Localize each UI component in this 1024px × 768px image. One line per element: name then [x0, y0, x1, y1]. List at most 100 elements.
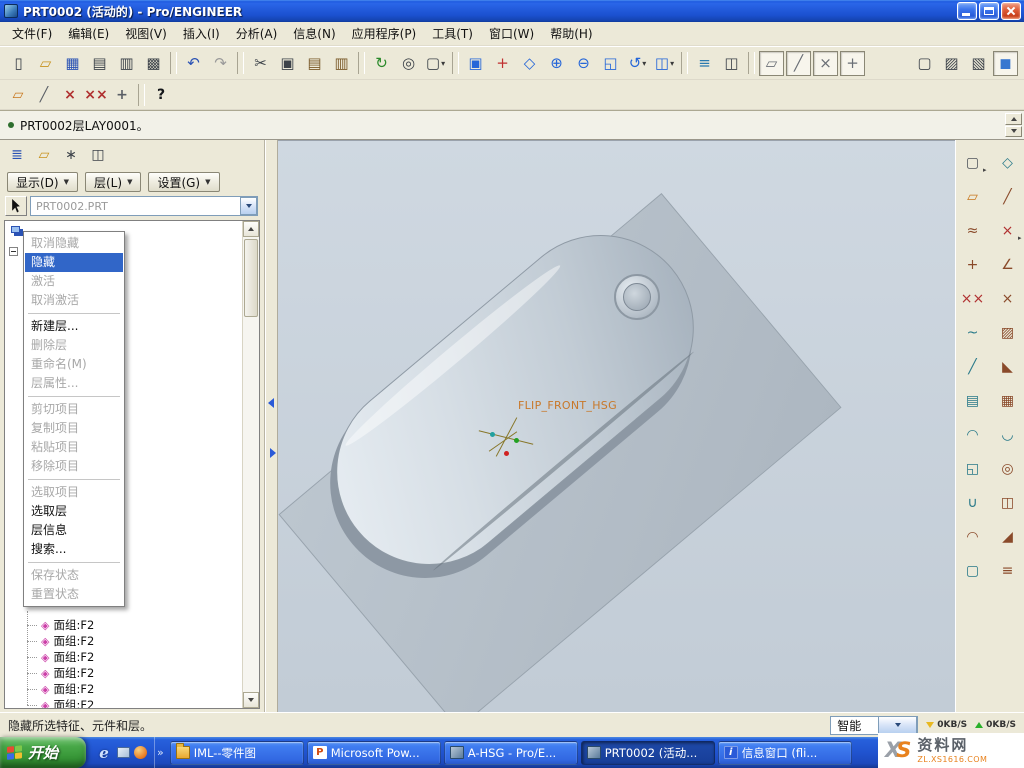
paste-icon[interactable]: ▤: [302, 51, 327, 76]
select-items-icon[interactable]: ▢: [960, 150, 986, 176]
menu-item[interactable]: 窗口(W): [481, 22, 542, 45]
datum-csys-toggle-icon[interactable]: +: [840, 51, 865, 76]
sweep-icon[interactable]: ∪: [960, 490, 986, 516]
datum-curve-icon[interactable]: ≈: [960, 218, 986, 244]
shaded-icon[interactable]: ◼: [993, 51, 1018, 76]
arc-up-icon[interactable]: ◠: [960, 422, 986, 448]
menu-item[interactable]: 信息(N): [285, 22, 343, 45]
expand-right-icon[interactable]: [270, 448, 276, 458]
copy-icon[interactable]: ▣: [275, 51, 300, 76]
scrollbar-thumb[interactable]: [244, 239, 258, 317]
style-tool-icon[interactable]: ╱: [960, 354, 986, 380]
layer-dropdown-button[interactable]: 设置(G): [148, 172, 219, 192]
context-menu-item[interactable]: 选取层: [25, 502, 123, 521]
csys-create-icon[interactable]: +: [110, 83, 134, 107]
scroll-up-icon[interactable]: [1005, 113, 1022, 125]
selection-filter-combo[interactable]: 智能: [830, 716, 918, 735]
select-box-icon[interactable]: ▢: [423, 51, 448, 76]
flag-note-icon[interactable]: ◣: [995, 354, 1021, 380]
datum-axes-toggle-icon[interactable]: ╱: [786, 51, 811, 76]
context-menu-item[interactable]: 取消隐藏: [25, 234, 123, 253]
curve-chain-icon[interactable]: ~: [960, 320, 986, 346]
tree-expander-icon[interactable]: [9, 247, 18, 256]
print-icon[interactable]: ▤: [87, 51, 112, 76]
chamfer-icon[interactable]: ◢: [995, 524, 1021, 550]
repaint-icon[interactable]: ▣: [463, 51, 488, 76]
context-menu-item[interactable]: 选取项目: [25, 483, 123, 502]
redo-icon[interactable]: ↷: [208, 51, 233, 76]
datum-plane-create-icon[interactable]: ▱: [6, 83, 30, 107]
grid-icon[interactable]: ▦: [995, 388, 1021, 414]
context-menu-item[interactable]: 隐藏: [25, 253, 123, 272]
pattern-icon[interactable]: ≡: [995, 558, 1021, 584]
scroll-down-icon[interactable]: [243, 692, 259, 708]
reorient-icon[interactable]: ↺: [625, 51, 650, 76]
layer-dropdown-button[interactable]: 层(L): [85, 172, 141, 192]
erase-display-icon[interactable]: ▥: [114, 51, 139, 76]
graphics-viewport[interactable]: FLIP_FRONT_HSG: [278, 140, 955, 712]
open-folder-icon[interactable]: ▱: [33, 51, 58, 76]
arc-down-icon[interactable]: ◡: [995, 422, 1021, 448]
menu-item[interactable]: 工具(T): [424, 22, 481, 45]
quick-launch-chevron-icon[interactable]: [157, 746, 164, 759]
layer-tree[interactable]: 面组:F2 面组:F2 面组:F2 面组:F2 面组:F2: [4, 220, 260, 709]
minimize-button[interactable]: [957, 2, 977, 20]
tree-item[interactable]: 面组:F2: [7, 665, 241, 681]
context-menu-item[interactable]: 层属性...: [25, 374, 123, 393]
tree-item[interactable]: 面组:F2: [7, 697, 241, 709]
folder-browser-icon[interactable]: ▱: [32, 143, 56, 167]
context-menu-item[interactable]: 剪切项目: [25, 400, 123, 419]
hatch-icon[interactable]: ▨: [995, 320, 1021, 346]
find-icon[interactable]: ◎: [396, 51, 421, 76]
cut-icon[interactable]: ✂: [248, 51, 273, 76]
datum-plane-icon[interactable]: ▱: [960, 184, 986, 210]
maximize-button[interactable]: [979, 2, 999, 20]
close-button[interactable]: [1001, 2, 1021, 20]
context-help-icon[interactable]: ?: [149, 83, 173, 107]
context-menu-item[interactable]: 删除层: [25, 336, 123, 355]
taskbar-task[interactable]: A-HSG - Pro/E...: [444, 741, 578, 765]
datum-axis-create-icon[interactable]: ╱: [32, 83, 56, 107]
mirror-icon[interactable]: ◫: [995, 490, 1021, 516]
scroll-up-icon[interactable]: [243, 221, 259, 237]
saved-views-icon[interactable]: ◫: [652, 51, 677, 76]
context-menu-item[interactable]: 重置状态: [25, 585, 123, 604]
context-menu-item[interactable]: 保存状态: [25, 566, 123, 585]
spin-center-icon[interactable]: +: [490, 51, 515, 76]
context-menu-item[interactable]: 重命名(M): [25, 355, 123, 374]
tree-item[interactable]: 面组:F2: [7, 649, 241, 665]
datum-planes-toggle-icon[interactable]: ▱: [759, 51, 784, 76]
extrude-icon[interactable]: ◱: [960, 456, 986, 482]
combo-dropdown-icon[interactable]: [878, 716, 917, 734]
camera-ring[interactable]: [614, 274, 660, 320]
layer-dropdown-button[interactable]: 显示(D): [7, 172, 78, 192]
csys-label[interactable]: FLIP_FRONT_HSG: [518, 399, 617, 412]
delete-old-versions-icon[interactable]: ▩: [141, 51, 166, 76]
tree-scrollbar[interactable]: [242, 221, 259, 708]
zoom-out-icon[interactable]: ⊖: [571, 51, 596, 76]
new-file-icon[interactable]: ▯: [6, 51, 31, 76]
context-menu-item[interactable]: 取消激活: [25, 291, 123, 310]
context-menu-item[interactable]: 搜索...: [25, 540, 123, 559]
hidden-line-icon[interactable]: ▨: [939, 51, 964, 76]
datum-csys-icon[interactable]: +: [960, 252, 986, 278]
context-menu-item[interactable]: 复制项目: [25, 419, 123, 438]
internet-explorer-icon[interactable]: [95, 744, 113, 762]
paste-special-icon[interactable]: ▥: [329, 51, 354, 76]
tree-item[interactable]: 面组:F2: [7, 617, 241, 633]
favorites-icon[interactable]: ∗: [59, 143, 83, 167]
zoom-in-icon[interactable]: ⊕: [544, 51, 569, 76]
no-hidden-icon[interactable]: ▧: [966, 51, 991, 76]
taskbar-task[interactable]: IML--零件图: [170, 741, 304, 765]
flat-sheet-icon[interactable]: ▤: [960, 388, 986, 414]
taskbar-task[interactable]: 信息窗口 (fli...: [718, 741, 852, 765]
model-tree-icon[interactable]: ≣: [5, 143, 29, 167]
coordinate-system-marker[interactable]: [476, 411, 546, 467]
layers-icon[interactable]: ≡: [692, 51, 717, 76]
taskbar-task[interactable]: Microsoft Pow...: [307, 741, 441, 765]
datum-axis-icon[interactable]: ╱: [995, 184, 1021, 210]
context-menu-item[interactable]: 新建层...: [25, 317, 123, 336]
connections-icon[interactable]: ◫: [86, 143, 110, 167]
menu-item[interactable]: 应用程序(P): [344, 22, 425, 45]
offset-point-icon[interactable]: ×: [995, 286, 1021, 312]
